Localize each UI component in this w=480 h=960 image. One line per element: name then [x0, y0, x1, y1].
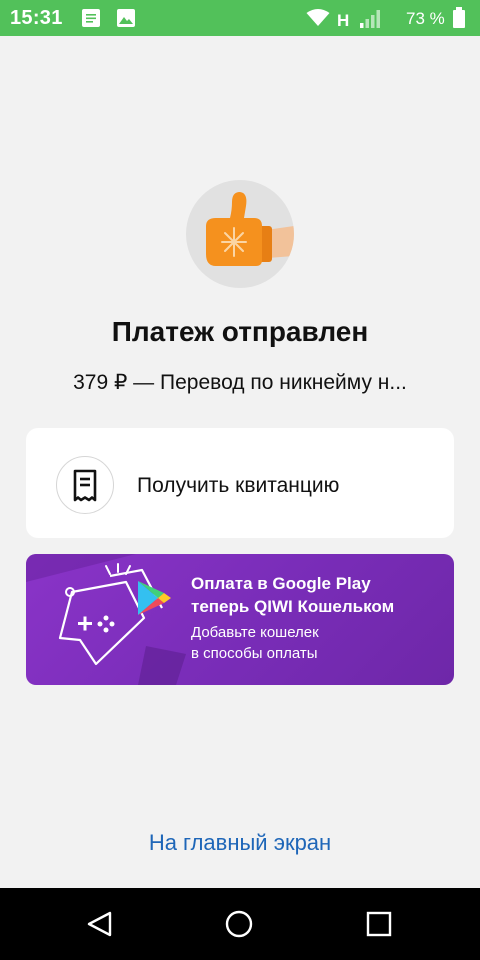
promo-text-line1: Добавьте кошелек	[191, 624, 319, 641]
signal-icon	[359, 9, 381, 34]
home-icon[interactable]	[223, 908, 255, 940]
image-icon	[116, 8, 136, 33]
status-bar: 15:31 H 73 %	[0, 0, 480, 36]
receipt-label: Получить квитанцию	[137, 474, 340, 497]
receipt-icon	[73, 469, 96, 501]
recents-icon[interactable]	[363, 908, 395, 940]
battery-level: 73 %	[406, 9, 445, 28]
payment-title: Платеж отправлен	[111, 316, 369, 347]
promo-text-line2: в способы оплаты	[191, 645, 318, 662]
promo-title-line1: Оплата в Google Play	[191, 574, 371, 593]
get-receipt-button[interactable]: Получить квитанцию	[26, 428, 454, 538]
network-type: H	[337, 11, 350, 30]
google-play-icon	[138, 581, 171, 615]
status-time: 15:31	[10, 7, 63, 29]
google-play-promo-banner[interactable]: Оплата в Google Play теперь QIWI Кошельк…	[26, 554, 454, 685]
payment-subtitle: 379 ₽ — Перевод по никнейму н...	[73, 371, 407, 394]
notes-icon	[81, 8, 101, 33]
mitten-thumbs-up-icon	[206, 192, 294, 266]
wifi-icon	[306, 9, 330, 32]
payment-success-image	[186, 180, 294, 288]
navigation-bar	[0, 888, 480, 960]
promo-title-line2: теперь QIWI Кошельком	[191, 597, 395, 616]
back-icon[interactable]	[84, 908, 116, 940]
battery-icon	[452, 7, 466, 34]
home-screen-link[interactable]: На главный экран	[0, 830, 480, 856]
receipt-icon-circle	[56, 456, 114, 514]
